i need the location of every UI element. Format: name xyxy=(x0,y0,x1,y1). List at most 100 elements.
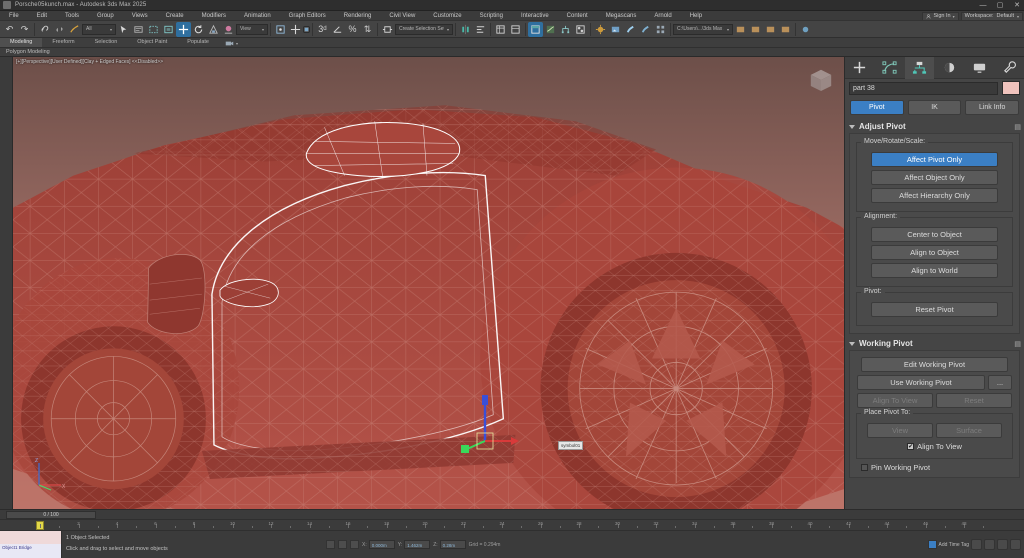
ribbon-tab-freeform[interactable]: Freeform xyxy=(42,38,84,47)
viewport-left-toolbar[interactable] xyxy=(0,57,13,509)
redo-icon[interactable]: ↷ xyxy=(17,22,32,37)
named-selection-set-dropdown[interactable]: Create Selection Set ▾ xyxy=(395,23,453,35)
time-slider[interactable]: 0 / 100 xyxy=(6,511,96,519)
rendered-frame-window-icon[interactable] xyxy=(608,22,623,37)
place-pivot-view-button[interactable]: View xyxy=(867,423,933,438)
menu-item-scripting[interactable]: Scripting xyxy=(471,11,512,21)
project-path-dropdown[interactable]: C:\Users\...\3ds Max 2025 ▾ xyxy=(673,23,733,35)
save-state-2-icon[interactable] xyxy=(748,22,763,37)
link-info-mode-button[interactable]: Link Info xyxy=(965,100,1020,115)
ribbon-tab-object-paint[interactable]: Object Paint xyxy=(127,38,177,47)
select-and-move-icon[interactable] xyxy=(176,21,191,37)
ribbon-tab-selection[interactable]: Selection xyxy=(85,38,128,47)
track-bar[interactable]: 0 / 100 xyxy=(0,509,1024,519)
zoom-tool-button[interactable] xyxy=(971,539,982,550)
material-editor-icon[interactable] xyxy=(573,22,588,37)
close-button[interactable]: ✕ xyxy=(1012,0,1022,11)
spinner-snap-toggle-icon[interactable]: ⇅ xyxy=(360,22,375,37)
affect-object-only-button[interactable]: Affect Object Only xyxy=(871,170,998,185)
pin-working-pivot-checkbox[interactable]: Pin Working Pivot xyxy=(861,463,1016,472)
select-and-uniform-scale-icon[interactable] xyxy=(206,22,221,37)
menu-item-edit[interactable]: Edit xyxy=(28,11,56,21)
edit-working-pivot-button[interactable]: Edit Working Pivot xyxy=(861,357,1008,372)
window-crossing-icon[interactable] xyxy=(161,22,176,37)
align-to-view-button[interactable]: Align To View xyxy=(857,393,933,408)
affect-pivot-only-button[interactable]: Affect Pivot Only xyxy=(871,152,998,167)
select-and-place-icon[interactable] xyxy=(221,22,236,37)
layer-explorer-icon[interactable] xyxy=(508,22,523,37)
toggle-ribbon-icon[interactable] xyxy=(528,21,543,37)
angle-snap-toggle-icon[interactable] xyxy=(330,22,345,37)
render-iterative-icon[interactable] xyxy=(638,22,653,37)
rectangular-selection-region-icon[interactable] xyxy=(146,22,161,37)
add-time-tag[interactable]: Add Time Tag xyxy=(927,540,969,549)
use-pivot-point-center-icon[interactable] xyxy=(273,22,288,37)
render-setup-icon[interactable] xyxy=(593,22,608,37)
menu-item-views[interactable]: Views xyxy=(123,11,157,21)
place-pivot-surface-button[interactable]: Surface xyxy=(936,423,1002,438)
adjust-pivot-header[interactable]: Adjust Pivot ▤ xyxy=(849,120,1021,133)
reset-working-pivot-button[interactable]: Reset xyxy=(936,393,1012,408)
align-icon[interactable] xyxy=(473,22,488,37)
listener-output-pane[interactable] xyxy=(0,531,61,544)
save-state-1-icon[interactable] xyxy=(733,22,748,37)
working-pivot-options-button[interactable]: ... xyxy=(988,375,1012,390)
save-state-4-icon[interactable] xyxy=(778,22,793,37)
render-in-cloud-icon[interactable] xyxy=(653,22,668,37)
ribbon-display-icon[interactable] xyxy=(225,40,234,47)
key-filters-icon[interactable] xyxy=(350,540,359,549)
menu-item-customize[interactable]: Customize xyxy=(424,11,470,21)
unlink-selection-icon[interactable] xyxy=(52,22,67,37)
pivot-mode-button[interactable]: Pivot xyxy=(850,100,904,115)
menu-item-civil-view[interactable]: Civil View xyxy=(380,11,424,21)
menu-item-create[interactable]: Create xyxy=(157,11,193,21)
restrict-to-x-icon[interactable] xyxy=(303,25,310,33)
maxscript-mini-listener[interactable]: Object1 Bridge xyxy=(0,531,62,558)
menu-item-group[interactable]: Group xyxy=(88,11,123,21)
menu-item-tools[interactable]: Tools xyxy=(56,11,88,21)
use-working-pivot-button[interactable]: Use Working Pivot xyxy=(857,375,985,390)
align-to-view-checkbox[interactable]: ✔ Align To View xyxy=(863,442,1006,451)
reference-coordinate-system-dropdown[interactable]: View ▾ xyxy=(236,23,268,35)
viewport-label[interactable]: [+][Perspective][User Defined][Clay + Ed… xyxy=(16,59,163,65)
menu-item-rendering[interactable]: Rendering xyxy=(335,11,381,21)
menu-item-help[interactable]: Help xyxy=(681,11,711,21)
orbit-tool-button[interactable] xyxy=(997,539,1008,550)
bind-to-space-warp-icon[interactable] xyxy=(67,22,82,37)
coord-x-field[interactable]: X: 0.000m xyxy=(362,540,395,549)
select-and-rotate-icon[interactable] xyxy=(191,22,206,37)
object-color-swatch[interactable] xyxy=(1002,81,1020,95)
scene-explorer-icon[interactable] xyxy=(493,22,508,37)
minimize-button[interactable]: — xyxy=(978,0,988,11)
view-cube[interactable] xyxy=(804,63,838,97)
render-production-icon[interactable] xyxy=(623,22,638,37)
selection-filter-dropdown[interactable]: All ▾ xyxy=(82,23,116,35)
selection-lock-icon[interactable] xyxy=(326,540,335,549)
menu-item-modifiers[interactable]: Modifiers xyxy=(193,11,235,21)
select-and-link-icon[interactable] xyxy=(37,22,52,37)
timeline-ruler[interactable]: 2 4 6 8 10 12 14 16 18 20 22 24 26 28 30 32 34 36 38 40 42 44… xyxy=(0,519,1024,530)
ribbon-tab-populate[interactable]: Populate xyxy=(177,38,219,47)
mirror-icon[interactable] xyxy=(458,22,473,37)
menu-item-megascans[interactable]: Megascans xyxy=(597,11,646,21)
menu-item-arnold[interactable]: Arnold xyxy=(645,11,680,21)
center-to-object-button[interactable]: Center to Object xyxy=(871,227,998,242)
use-selection-center-icon[interactable] xyxy=(288,22,303,37)
utilities-tab[interactable] xyxy=(994,57,1024,79)
menu-item-file[interactable]: File xyxy=(0,11,28,21)
hierarchy-tab[interactable] xyxy=(904,56,935,79)
reset-pivot-button[interactable]: Reset Pivot xyxy=(871,302,998,317)
absolute-relative-mode-icon[interactable] xyxy=(338,540,347,549)
menu-item-interactive[interactable]: Interactive xyxy=(512,11,558,21)
undo-icon[interactable]: ↶ xyxy=(2,22,17,37)
select-by-name-icon[interactable] xyxy=(131,22,146,37)
save-state-3-icon[interactable] xyxy=(763,22,778,37)
move-gizmo[interactable] xyxy=(461,375,521,455)
quad-menu-icon[interactable] xyxy=(798,22,813,37)
curve-editor-icon[interactable] xyxy=(543,22,558,37)
modify-tab[interactable] xyxy=(875,57,905,79)
pan-tool-button[interactable] xyxy=(984,539,995,550)
coord-z-field[interactable]: Z: 0.28m xyxy=(433,540,466,549)
select-object-icon[interactable] xyxy=(116,22,131,37)
menu-item-content[interactable]: Content xyxy=(558,11,597,21)
